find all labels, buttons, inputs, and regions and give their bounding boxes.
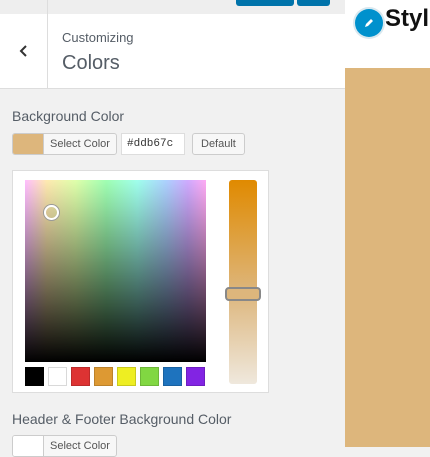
background-color-label: Background Color: [12, 108, 125, 124]
header-footer-color-label: Header & Footer Background Color: [12, 411, 232, 427]
palette-swatch[interactable]: [186, 367, 205, 386]
back-button[interactable]: [0, 14, 48, 88]
palette-swatch[interactable]: [117, 367, 136, 386]
palette-swatch[interactable]: [163, 367, 182, 386]
chevron-left-icon: [19, 45, 27, 57]
site-preview: Styl: [345, 0, 430, 447]
palette-swatch[interactable]: [140, 367, 159, 386]
color-square-handle[interactable]: [44, 205, 59, 220]
page-title: Colors: [62, 52, 120, 74]
header-footer-select-color-button[interactable]: Select Color: [12, 435, 117, 457]
palette-swatch[interactable]: [71, 367, 90, 386]
section-header: Customizing Colors: [0, 14, 345, 89]
color-square[interactable]: [25, 180, 206, 362]
header-footer-color-chip: [13, 436, 43, 456]
color-picker: [12, 170, 269, 393]
palette-swatch[interactable]: [25, 367, 44, 386]
toolbar-divider: [47, 0, 48, 14]
publish-settings-button[interactable]: [297, 0, 330, 6]
select-color-label: Select Color: [43, 134, 116, 154]
background-hex-input[interactable]: #ddb67c: [121, 133, 185, 155]
hue-strip[interactable]: [229, 180, 257, 384]
pencil-icon: [365, 19, 373, 27]
background-color-chip: [13, 134, 43, 154]
background-default-button[interactable]: Default: [192, 133, 245, 155]
customizer-toolbar: [0, 0, 345, 15]
publish-button[interactable]: [236, 0, 294, 6]
site-title[interactable]: Styl: [385, 5, 429, 33]
select-color-label: Select Color: [43, 436, 116, 456]
palette-swatch[interactable]: [94, 367, 113, 386]
palette-swatch[interactable]: [48, 367, 67, 386]
hue-strip-handle[interactable]: [225, 287, 261, 301]
preview-header: Styl: [345, 0, 430, 68]
color-palette: [25, 367, 205, 386]
background-select-color-button[interactable]: Select Color: [12, 133, 117, 155]
site-logo[interactable]: [355, 9, 383, 37]
breadcrumb: Customizing: [62, 30, 134, 45]
